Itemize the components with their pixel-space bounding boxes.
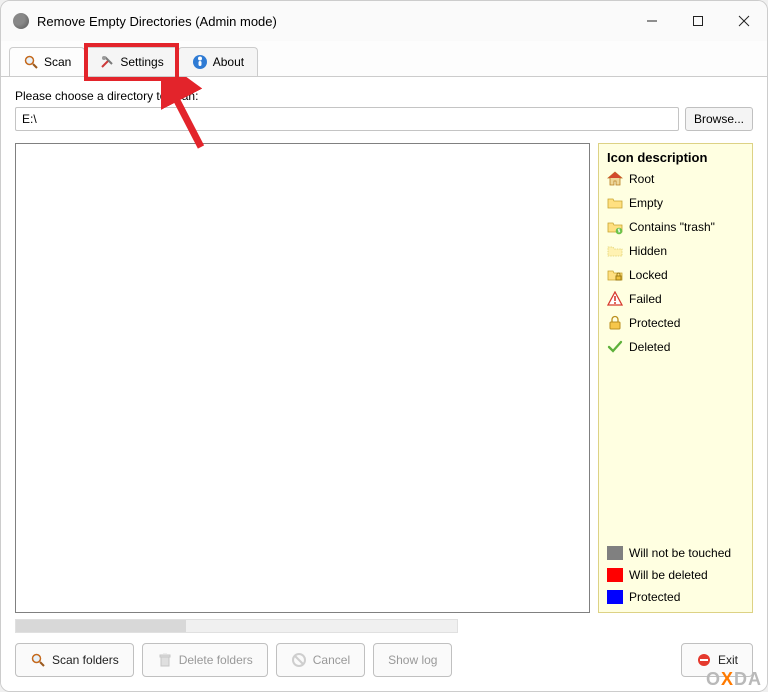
browse-button[interactable]: Browse... <box>685 107 753 131</box>
info-icon <box>192 54 208 70</box>
titlebar: Remove Empty Directories (Admin mode) <box>1 1 767 41</box>
legend-deleted: Deleted <box>607 339 744 355</box>
scan-folders-button[interactable]: Scan folders <box>15 643 134 677</box>
legend-locked: Locked <box>607 267 744 283</box>
folder-icon <box>607 195 623 211</box>
directory-input[interactable] <box>15 107 679 131</box>
tab-label: About <box>213 55 244 69</box>
scan-panel: Please choose a directory to scan: Brows… <box>1 76 767 691</box>
window-title: Remove Empty Directories (Admin mode) <box>37 14 629 29</box>
check-icon <box>607 339 623 355</box>
scrollbar-thumb[interactable] <box>16 620 186 632</box>
legend-deleted-color: Will be deleted <box>607 568 744 582</box>
legend-trash: Contains "trash" <box>607 219 744 235</box>
folder-locked-icon <box>607 267 623 283</box>
swatch-gray <box>607 546 623 560</box>
show-log-button[interactable]: Show log <box>373 643 452 677</box>
legend-not-touched: Will not be touched <box>607 546 744 560</box>
delete-folders-button[interactable]: Delete folders <box>142 643 268 677</box>
app-icon <box>13 13 29 29</box>
lock-icon <box>607 315 623 331</box>
legend-empty: Empty <box>607 195 744 211</box>
tabbar: Scan Settings About <box>1 41 767 76</box>
tab-label: Scan <box>44 55 71 69</box>
legend-hidden: Hidden <box>607 243 744 259</box>
maximize-button[interactable] <box>675 1 721 41</box>
minimize-button[interactable] <box>629 1 675 41</box>
horizontal-scrollbar[interactable] <box>15 619 458 633</box>
exit-icon <box>696 652 712 668</box>
directory-prompt: Please choose a directory to scan: <box>15 89 753 103</box>
search-icon <box>23 54 39 70</box>
tools-icon <box>99 54 115 70</box>
legend-root: Root <box>607 171 744 187</box>
results-tree[interactable] <box>15 143 590 613</box>
swatch-blue <box>607 590 623 604</box>
trash-icon <box>157 652 173 668</box>
cancel-button[interactable]: Cancel <box>276 643 365 677</box>
legend-protected-color: Protected <box>607 590 744 604</box>
home-icon <box>607 171 623 187</box>
legend-failed: Failed <box>607 291 744 307</box>
tab-settings[interactable]: Settings <box>85 47 177 76</box>
warning-icon <box>607 291 623 307</box>
tab-label: Settings <box>120 55 163 69</box>
tab-scan[interactable]: Scan <box>9 47 85 76</box>
cancel-icon <box>291 652 307 668</box>
folder-trash-icon <box>607 219 623 235</box>
legend-panel: Icon description Root Empty <box>598 143 753 613</box>
close-button[interactable] <box>721 1 767 41</box>
search-icon <box>30 652 46 668</box>
swatch-red <box>607 568 623 582</box>
tab-about[interactable]: About <box>178 47 258 76</box>
legend-title: Icon description <box>607 150 744 165</box>
legend-protected-icon: Protected <box>607 315 744 331</box>
folder-hidden-icon <box>607 243 623 259</box>
watermark: OXDA <box>706 669 762 690</box>
